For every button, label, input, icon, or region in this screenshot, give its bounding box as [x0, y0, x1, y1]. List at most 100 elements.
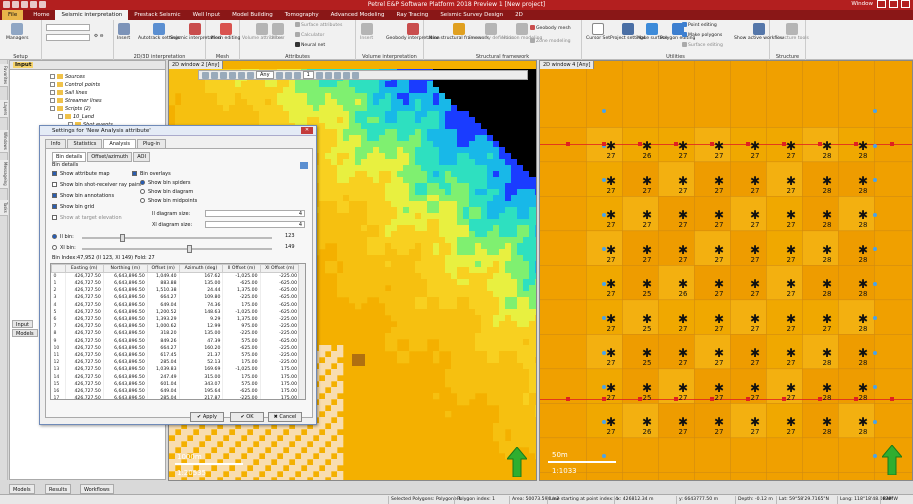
- settings-icon[interactable]: ⚙ ⊖: [94, 34, 103, 39]
- control-point[interactable]: [602, 316, 606, 320]
- polygon-vertex[interactable]: [674, 397, 678, 401]
- bin-annotation[interactable]: ✱ 28: [850, 208, 876, 234]
- checkbox-show-bin-annotations[interactable]: Show bin annotations: [52, 193, 114, 199]
- managers-button[interactable]: Managers: [6, 23, 29, 41]
- bin-annotation[interactable]: ✱ 28: [814, 277, 840, 303]
- dialog-subtab-aoi[interactable]: AOI: [133, 152, 150, 162]
- column-header[interactable]: Offset (m): [146, 264, 180, 273]
- control-point[interactable]: [602, 454, 606, 458]
- control-point[interactable]: [873, 143, 877, 148]
- bin-annotation[interactable]: ✱ 27: [670, 312, 696, 338]
- layers-tool-icon[interactable]: [333, 71, 341, 79]
- tab-file[interactable]: File: [2, 10, 24, 20]
- tab-ray-tracing[interactable]: Ray Tracing: [391, 10, 435, 20]
- bin-annotation[interactable]: ✱ 28: [850, 174, 876, 200]
- draw-tool-icon[interactable]: [229, 71, 236, 79]
- polygon-vertex[interactable]: [710, 142, 714, 146]
- il-bin-slider-thumb[interactable]: [120, 234, 125, 242]
- bin-annotation[interactable]: ✱ 28: [850, 277, 876, 303]
- tab-prestack-seismic[interactable]: Prestack Seismic: [128, 10, 186, 20]
- info-tool-icon[interactable]: [324, 71, 332, 79]
- tree-checkbox[interactable]: [50, 90, 55, 95]
- select-tool-icon[interactable]: [202, 71, 209, 79]
- table-scrollbar[interactable]: [298, 264, 305, 399]
- control-point[interactable]: [602, 109, 606, 113]
- polygon-vertex[interactable]: [782, 142, 786, 146]
- view-tab-2d-window-2[interactable]: 2D window 2 [Any]: [169, 61, 224, 69]
- table-row[interactable]: 4 426,727.50 6,643,896.50 649.04 74.36 175.00…: [51, 301, 300, 309]
- bin-annotation[interactable]: ✱ 27: [778, 174, 804, 200]
- cursor-set-button[interactable]: Cursor Set: [586, 23, 610, 41]
- bin-annotation[interactable]: ✱ 28: [850, 381, 876, 407]
- checkbox-show-attribute-map[interactable]: Show attribute map: [52, 171, 110, 177]
- close-icon[interactable]: [901, 0, 910, 8]
- tab-advanced-modeling[interactable]: Advanced Modeling: [325, 10, 391, 20]
- mixer-button[interactable]: Mixer: [272, 23, 285, 41]
- map-view-2d-window-4[interactable]: 2D window 4 [Any] ✱ 27 ✱ 26 ✱ 27 ✱ 27 ✱ 27 ✱ 27 ✱ 28 ✱…: [539, 60, 913, 481]
- bin-annotation[interactable]: ✱ 28: [814, 174, 840, 200]
- tree-checkbox[interactable]: [50, 74, 55, 79]
- radio-show-bin-spiders[interactable]: Show bin spiders: [140, 180, 190, 186]
- bin-annotation[interactable]: ✱ 27: [706, 312, 732, 338]
- ok-button[interactable]: ✔ OK: [230, 412, 264, 422]
- bin-annotation[interactable]: ✱ 26: [634, 415, 660, 441]
- bin-annotation[interactable]: ✱ 27: [706, 277, 732, 303]
- view-tab-2d-window-4[interactable]: 2D window 4 [Any]: [540, 61, 595, 69]
- bin-annotation[interactable]: ✱ 27: [742, 346, 768, 372]
- tab-seismic-interpretation[interactable]: Seismic interpretation: [55, 10, 129, 20]
- control-point[interactable]: [873, 247, 877, 251]
- tree-item[interactable]: Scripts (2): [50, 106, 91, 112]
- bin-annotation[interactable]: ✱ 27: [634, 174, 660, 200]
- table-row[interactable]: 10 426,727.50 6,643,896.50 664.27 160.20 -625…: [51, 344, 300, 352]
- tab-seismic-survey-design[interactable]: Seismic Survey Design: [434, 10, 509, 20]
- polygon-vertex[interactable]: [566, 142, 570, 146]
- bin-annotation[interactable]: ✱ 27: [670, 243, 696, 269]
- polygon-vertex[interactable]: [674, 142, 678, 146]
- polygon-vertex[interactable]: [782, 397, 786, 401]
- bin-annotation[interactable]: ✱ 25: [634, 312, 660, 338]
- bin-annotation[interactable]: ✱ 27: [778, 208, 804, 234]
- xl-bin-slider[interactable]: [82, 245, 272, 253]
- bottom-tab-workflows[interactable]: Workflows: [80, 484, 114, 494]
- bin-annotation[interactable]: ✱ 27: [706, 381, 732, 407]
- tab-2d[interactable]: 2D: [509, 10, 529, 20]
- polygon-vertex[interactable]: [746, 142, 750, 146]
- checkbox-show-bin-grid[interactable]: Show bin grid: [52, 204, 94, 210]
- panel-tab-input[interactable]: Input: [12, 320, 33, 328]
- bin-annotation[interactable]: ✱ 27: [706, 415, 732, 441]
- bin-annotation[interactable]: ✱ 27: [598, 277, 624, 303]
- polygon-vertex[interactable]: [854, 397, 858, 401]
- control-point[interactable]: [602, 212, 606, 217]
- insert-volume-button[interactable]: Insert: [360, 23, 373, 41]
- bin-annotation[interactable]: ✱ 25: [634, 277, 660, 303]
- color-tool-icon[interactable]: [342, 71, 350, 79]
- bin-annotation[interactable]: ✱ 28: [850, 243, 876, 269]
- bin-annotation[interactable]: ✱ 27: [598, 415, 624, 441]
- bin-annotation[interactable]: ✱ 27: [778, 381, 804, 407]
- control-point[interactable]: [873, 281, 877, 286]
- bin-annotation[interactable]: ✱ 27: [778, 277, 804, 303]
- target-tool-icon[interactable]: [275, 71, 283, 79]
- xl-diagram-input[interactable]: 4: [205, 221, 305, 228]
- il-bin-radio[interactable]: Il bin:: [52, 234, 74, 240]
- tab-well-input[interactable]: Well Input: [187, 10, 227, 20]
- polygon-vertex[interactable]: [890, 397, 894, 401]
- side-tab-windows[interactable]: Windows: [0, 130, 8, 153]
- tab-home[interactable]: Home: [27, 10, 55, 20]
- column-header[interactable]: Il Offset (m): [222, 264, 261, 273]
- tree-item[interactable]: Sail lines: [50, 90, 87, 96]
- surface-attributes-button[interactable]: Surface attributes: [295, 22, 342, 28]
- control-point[interactable]: [873, 178, 877, 182]
- column-header[interactable]: [51, 264, 66, 273]
- pan-tool-icon[interactable]: [211, 71, 218, 79]
- control-point[interactable]: [873, 385, 877, 389]
- measure-tool-icon[interactable]: [238, 71, 245, 79]
- tree-checkbox[interactable]: [50, 82, 55, 87]
- bin-annotation[interactable]: ✱ 27: [706, 346, 732, 372]
- bin-annotation[interactable]: ✱ 28: [850, 415, 876, 441]
- bin-annotation[interactable]: ✱ 28: [814, 381, 840, 407]
- polygon-vertex[interactable]: [638, 142, 642, 146]
- bin-offset-table[interactable]: Easting (m) Northing (m) Offset (m) Azimuth…: [50, 263, 306, 400]
- checkbox-show-at-target-elevation[interactable]: Show at target elevation: [52, 215, 122, 221]
- next-tool-icon[interactable]: [315, 71, 323, 79]
